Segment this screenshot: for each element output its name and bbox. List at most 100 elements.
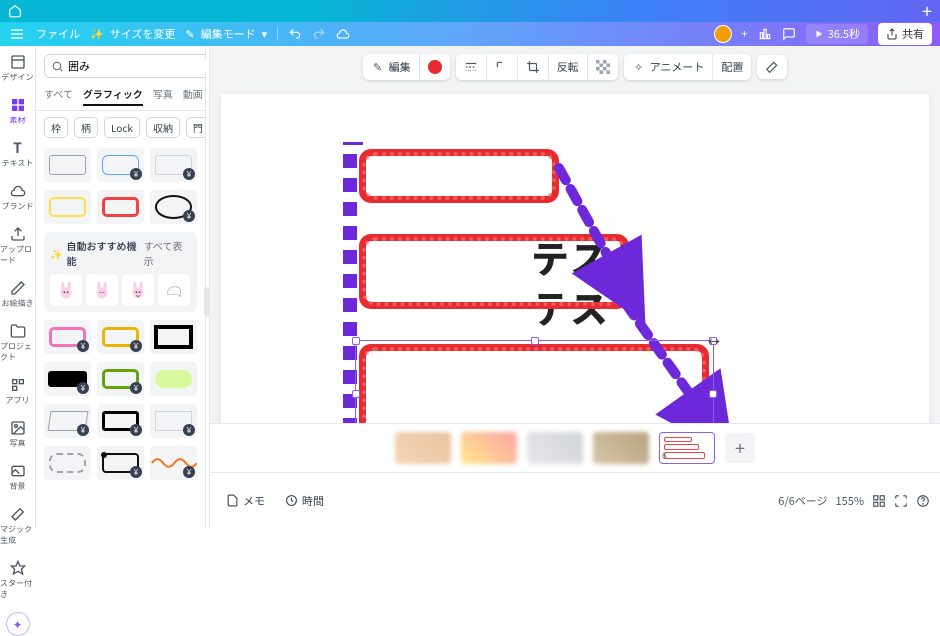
crop-button[interactable] bbox=[518, 55, 549, 79]
page-thumbnail[interactable] bbox=[395, 432, 451, 464]
hamburger-icon[interactable] bbox=[8, 26, 26, 42]
border-style-button[interactable] bbox=[456, 55, 487, 79]
sparkle-icon: ✨ bbox=[50, 246, 62, 261]
chip-枠[interactable]: 枠 bbox=[44, 117, 68, 138]
page-indicator: 6/6ページ bbox=[778, 493, 827, 509]
element-thumb[interactable] bbox=[97, 190, 144, 224]
element-thumb[interactable] bbox=[150, 362, 197, 396]
transparency-icon bbox=[596, 60, 610, 74]
element-thumb[interactable] bbox=[44, 148, 91, 182]
timeline-button[interactable]: 時間 bbox=[279, 489, 330, 513]
resize-menu[interactable]: ✨サイズを変更 bbox=[90, 26, 175, 42]
fill-color-button[interactable] bbox=[420, 55, 450, 79]
comment-icon[interactable] bbox=[782, 27, 796, 41]
share-button[interactable]: 共有 bbox=[878, 23, 932, 45]
app-toolbar: ファイル ✨サイズを変更 ✎編集モード▾ + 36.5秒 共有 bbox=[0, 22, 940, 46]
element-thumb[interactable] bbox=[44, 446, 91, 480]
element-thumb[interactable]: ¥ bbox=[44, 404, 91, 438]
rail-apps[interactable]: アプリ bbox=[0, 375, 35, 408]
recommend-view-all[interactable]: すべて表示 bbox=[144, 238, 191, 268]
new-tab-button[interactable]: + bbox=[922, 0, 932, 24]
recommend-title: 自動おすすめ機能 bbox=[66, 238, 143, 268]
page-thumbnail[interactable] bbox=[593, 432, 649, 464]
page-thumbnail[interactable] bbox=[461, 432, 517, 464]
element-thumb[interactable] bbox=[122, 274, 154, 306]
element-thumb[interactable]: ¥ bbox=[150, 190, 197, 224]
analytics-icon[interactable] bbox=[758, 27, 772, 41]
canvas-stage[interactable]: テスト テス bbox=[221, 94, 929, 423]
element-thumb[interactable]: ¥ bbox=[150, 446, 197, 480]
element-thumb[interactable]: ¥ bbox=[150, 404, 197, 438]
home-icon[interactable] bbox=[8, 4, 22, 18]
rail-image[interactable]: 背景 bbox=[0, 461, 35, 494]
notes-button[interactable]: メモ bbox=[220, 489, 271, 513]
chip-門[interactable]: 門 bbox=[186, 117, 205, 138]
play-duration: 36.5秒 bbox=[828, 26, 860, 42]
rail-cloud[interactable]: ブランド bbox=[0, 181, 35, 214]
tab-3[interactable]: 動画 bbox=[183, 86, 203, 106]
rail-wand[interactable]: マジック生成 bbox=[0, 504, 35, 548]
rail-T[interactable]: Tテキスト bbox=[0, 138, 35, 171]
rail-folder[interactable]: プロジェクト bbox=[0, 321, 35, 365]
color-swatch-icon bbox=[428, 60, 442, 74]
element-thumb[interactable]: ¥ bbox=[44, 320, 91, 354]
element-thumb[interactable]: ¥ bbox=[97, 446, 144, 480]
rail-upload[interactable]: アップロード bbox=[0, 224, 35, 268]
element-thumb[interactable]: ¥ bbox=[97, 404, 144, 438]
help-icon[interactable] bbox=[916, 494, 930, 508]
add-page-button[interactable]: + bbox=[725, 433, 755, 463]
file-menu[interactable]: ファイル bbox=[36, 26, 80, 42]
flip-button[interactable]: 反転 bbox=[549, 54, 588, 80]
transparency-button[interactable] bbox=[588, 55, 618, 79]
tab-2[interactable]: 写真 bbox=[153, 86, 173, 106]
element-thumb[interactable]: ¥ bbox=[44, 362, 91, 396]
share-label: 共有 bbox=[902, 26, 924, 42]
element-thumb[interactable]: ¥ bbox=[97, 148, 144, 182]
rail-photo[interactable]: 写真 bbox=[0, 418, 35, 451]
avatar[interactable] bbox=[714, 25, 732, 43]
element-thumb[interactable]: ··· bbox=[158, 274, 190, 306]
search-field[interactable] bbox=[68, 60, 210, 72]
tab-0[interactable]: すべて bbox=[44, 86, 73, 106]
element-thumb[interactable] bbox=[150, 320, 197, 354]
play-button[interactable]: 36.5秒 bbox=[806, 24, 868, 44]
magic-button[interactable] bbox=[757, 55, 787, 79]
undo-icon[interactable] bbox=[288, 27, 302, 41]
fullscreen-icon[interactable] bbox=[894, 494, 908, 508]
page-number: 6 bbox=[662, 449, 667, 462]
zoom-control[interactable]: 155% bbox=[836, 493, 864, 509]
chip-収納[interactable]: 収納 bbox=[146, 117, 180, 138]
corner-icon bbox=[495, 60, 509, 74]
animate-button[interactable]: ✧アニメート bbox=[624, 54, 714, 80]
rail-star[interactable]: スター付き bbox=[0, 558, 35, 602]
magic-ai-button[interactable]: ✦ bbox=[6, 612, 30, 636]
chip-柄[interactable]: 柄 bbox=[74, 117, 98, 138]
element-thumb[interactable] bbox=[50, 274, 82, 306]
context-toolbar: ✎編集 反転 ✧アニメート 配置 bbox=[210, 46, 940, 88]
element-thumb[interactable]: ¥ bbox=[97, 362, 144, 396]
page-thumbnail[interactable] bbox=[527, 432, 583, 464]
grid-view-icon[interactable] bbox=[872, 494, 886, 508]
rail-pencil[interactable]: お絵描き bbox=[0, 278, 35, 311]
page-thumbnail-active[interactable]: 6 bbox=[659, 432, 715, 464]
element-thumb[interactable]: ¥ bbox=[150, 148, 197, 182]
position-button[interactable]: 配置 bbox=[713, 54, 751, 80]
cloud-sync-icon[interactable] bbox=[336, 27, 350, 41]
elements-grid[interactable]: ¥ ¥ ¥ ✨ 自動おすすめ機能 すべて表示 ··· bbox=[36, 144, 205, 528]
tab-1[interactable]: グラフィック bbox=[83, 86, 143, 106]
redo-icon[interactable] bbox=[312, 27, 326, 41]
edit-mode-menu[interactable]: ✎編集モード▾ bbox=[185, 26, 267, 42]
rail-grid[interactable]: 素材 bbox=[0, 95, 35, 128]
element-thumb[interactable] bbox=[86, 274, 118, 306]
search-input[interactable]: ⓧ bbox=[44, 54, 232, 78]
element-thumb[interactable] bbox=[44, 190, 91, 224]
edit-element-button[interactable]: ✎編集 bbox=[363, 54, 420, 80]
element-thumb[interactable]: ¥ bbox=[97, 320, 144, 354]
page-strip: 6 + bbox=[210, 423, 940, 472]
corner-radius-button[interactable] bbox=[487, 55, 518, 79]
add-member-icon[interactable]: + bbox=[742, 26, 748, 42]
canvas-area: ✎編集 反転 ✧アニメート 配置 bbox=[210, 46, 940, 528]
rail-layout[interactable]: デザイン bbox=[0, 52, 35, 85]
animate-icon: ✧ bbox=[632, 60, 646, 74]
chip-Lock[interactable]: Lock bbox=[104, 117, 140, 138]
